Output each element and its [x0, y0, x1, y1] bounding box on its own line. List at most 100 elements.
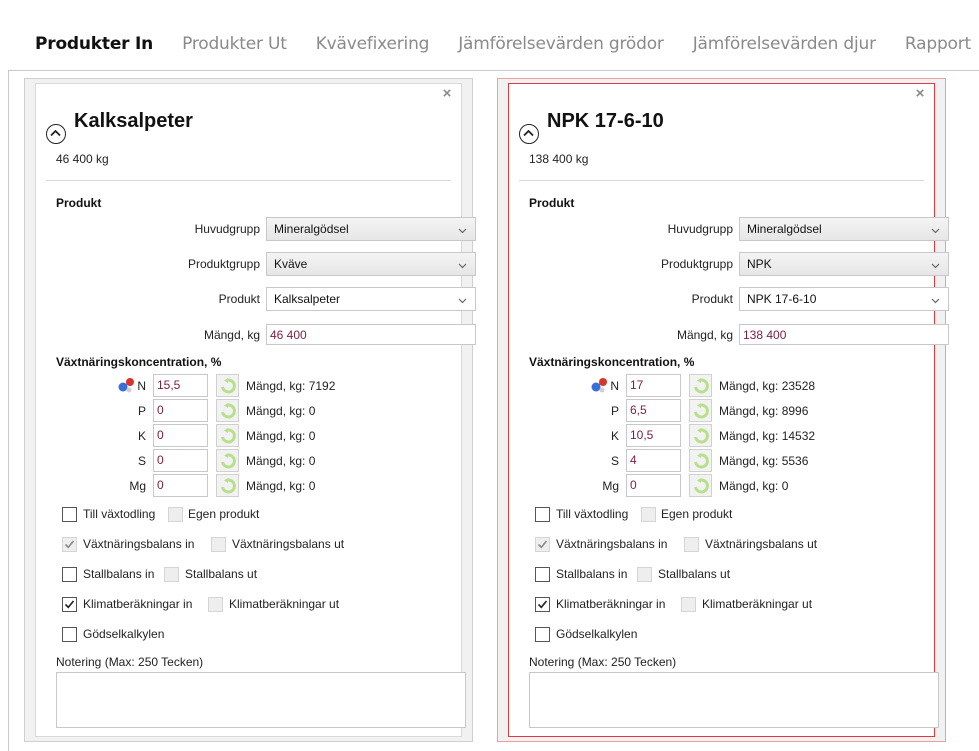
label-egen-produkt: Egen produkt — [188, 507, 260, 521]
checkbox-klimatberakningar-ut[interactable] — [681, 597, 696, 612]
checkbox-godselkalkylen[interactable] — [62, 627, 77, 642]
nutrient-input-k[interactable]: 10,5 — [626, 424, 681, 447]
produktgrupp-value: Kväve — [274, 257, 308, 271]
checkbox-stallbalans-in[interactable] — [62, 567, 77, 582]
chevron-down-icon — [458, 293, 467, 307]
refresh-icon[interactable] — [689, 474, 712, 497]
product-title: Kalksalpeter — [74, 110, 193, 132]
produkt-label: Produkt — [691, 292, 733, 306]
nutrient-input-mg[interactable]: 0 — [153, 474, 208, 497]
product-card-body: × NPK 17-6-10 138 400 kg Produkt Huvudgr… — [508, 83, 949, 737]
nutrient-input-k[interactable]: 0 — [153, 424, 208, 447]
product-total-amount: 46 400 kg — [56, 152, 109, 166]
produkt-value: Kalksalpeter — [274, 292, 341, 306]
nutrient-label-s: S — [610, 454, 619, 468]
chevron-up-circle-icon[interactable] — [519, 124, 539, 144]
tab-jamforelsevarden-djur[interactable]: Jämförelsevärden djur — [693, 34, 876, 54]
notes-textarea[interactable] — [56, 672, 466, 728]
notes-label: Notering (Max: 250 Tecken) — [56, 655, 204, 669]
tab-jamforelsevarden-grodor[interactable]: Jämförelsevärden grödor — [458, 34, 664, 54]
checkbox-klimatberakningar-in[interactable] — [62, 597, 77, 612]
checkbox-vaxtnaringsbalans-in[interactable] — [535, 537, 550, 552]
checkbox-egen-produkt[interactable] — [168, 507, 183, 522]
label-stallbalans-in: Stallbalans in — [556, 567, 628, 581]
checkbox-vaxtnaringsbalans-ut[interactable] — [211, 537, 226, 552]
label-till-vaxtodling: Till växtodling — [556, 507, 629, 521]
produktgrupp-label: Produktgrupp — [660, 257, 733, 271]
checkbox-vaxtnaringsbalans-in[interactable] — [62, 537, 77, 552]
huvudgrupp-label: Huvudgrupp — [667, 222, 733, 236]
mangd-input[interactable]: 138 400 — [739, 324, 949, 345]
checkbox-stallbalans-in[interactable] — [535, 567, 550, 582]
nutrient-input-p[interactable]: 6,5 — [626, 399, 681, 422]
nutrient-input-n[interactable]: 15,5 — [153, 374, 208, 397]
nutrient-input-mg[interactable]: 0 — [626, 474, 681, 497]
nutrient-input-s[interactable]: 4 — [626, 449, 681, 472]
refresh-icon[interactable] — [689, 399, 712, 422]
chevron-down-icon — [931, 293, 940, 307]
refresh-icon[interactable] — [216, 449, 239, 472]
nutrient-mangd-k: Mängd, kg: 14532 — [719, 429, 816, 443]
header-divider — [46, 180, 451, 181]
checkbox-till-vaxtodling[interactable] — [62, 507, 77, 522]
product-total-amount: 138 400 kg — [529, 152, 589, 166]
checkbox-till-vaxtodling[interactable] — [535, 507, 550, 522]
tab-produkter-in[interactable]: Produkter In — [35, 34, 153, 54]
label-godselkalkylen: Gödselkalkylen — [556, 627, 638, 641]
huvudgrupp-select[interactable]: Mineralgödsel — [266, 217, 476, 241]
checkbox-klimatberakningar-in[interactable] — [535, 597, 550, 612]
nutrient-input-p[interactable]: 0 — [153, 399, 208, 422]
section-title-vaxtnaring: Växtnäringskoncentration, % — [529, 355, 695, 369]
nutrient-label-k: K — [137, 429, 146, 443]
tab-kvavefixering[interactable]: Kvävefixering — [316, 34, 430, 54]
refresh-icon[interactable] — [216, 399, 239, 422]
refresh-icon[interactable] — [216, 474, 239, 497]
refresh-icon[interactable] — [216, 374, 239, 397]
refresh-icon[interactable] — [689, 449, 712, 472]
label-godselkalkylen: Gödselkalkylen — [83, 627, 165, 641]
nutrient-label-p: P — [610, 404, 619, 418]
chevron-down-icon — [931, 258, 940, 272]
refresh-icon[interactable] — [689, 424, 712, 447]
nutrient-mangd-mg: Mängd, kg: 0 — [719, 479, 789, 493]
refresh-icon[interactable] — [689, 374, 712, 397]
huvudgrupp-value: Mineralgödsel — [274, 222, 349, 236]
mangd-input[interactable]: 46 400 — [266, 324, 476, 345]
produkt-select[interactable]: Kalksalpeter — [266, 287, 476, 311]
tab-rapport[interactable]: Rapport — [905, 34, 971, 54]
checkbox-stallbalans-ut[interactable] — [164, 567, 179, 582]
product-card-body: × Kalksalpeter 46 400 kg Produkt Huvudgr… — [35, 83, 476, 737]
produktgrupp-select[interactable]: Kväve — [266, 252, 476, 276]
produktgrupp-value: NPK — [747, 257, 772, 271]
produkt-select[interactable]: NPK 17-6-10 — [739, 287, 949, 311]
nutrient-mangd-s: Mängd, kg: 0 — [246, 454, 316, 468]
produkt-label: Produkt — [218, 292, 260, 306]
chevron-up-circle-icon[interactable] — [46, 124, 66, 144]
nutrient-input-s[interactable]: 0 — [153, 449, 208, 472]
frame-left-border — [8, 70, 9, 751]
nutrient-mangd-p: Mängd, kg: 8996 — [719, 404, 809, 418]
label-vaxtnaringsbalans-ut: Växtnäringsbalans ut — [705, 537, 818, 551]
nutrient-label-mg: Mg — [602, 479, 619, 493]
checkbox-klimatberakningar-ut[interactable] — [208, 597, 223, 612]
refresh-icon[interactable] — [216, 424, 239, 447]
checkbox-vaxtnaringsbalans-ut[interactable] — [684, 537, 699, 552]
huvudgrupp-select[interactable]: Mineralgödsel — [739, 217, 949, 241]
label-vaxtnaringsbalans-in: Växtnäringsbalans in — [556, 537, 668, 551]
checkbox-egen-produkt[interactable] — [641, 507, 656, 522]
close-icon[interactable]: × — [912, 86, 928, 102]
nutrient-input-n[interactable]: 17 — [626, 374, 681, 397]
tab-produkter-ut[interactable]: Produkter Ut — [182, 34, 287, 54]
label-stallbalans-in: Stallbalans in — [83, 567, 155, 581]
checkbox-godselkalkylen[interactable] — [535, 627, 550, 642]
label-egen-produkt: Egen produkt — [661, 507, 733, 521]
label-vaxtnaringsbalans-in: Växtnäringsbalans in — [83, 537, 195, 551]
nutrient-label-p: P — [137, 404, 146, 418]
nutrient-mangd-k: Mängd, kg: 0 — [246, 429, 316, 443]
notes-textarea[interactable] — [529, 672, 939, 728]
checkbox-stallbalans-ut[interactable] — [637, 567, 652, 582]
nutrient-label-n: N — [137, 379, 146, 393]
produktgrupp-select[interactable]: NPK — [739, 252, 949, 276]
close-icon[interactable]: × — [439, 86, 455, 102]
nutrient-label-k: K — [610, 429, 619, 443]
